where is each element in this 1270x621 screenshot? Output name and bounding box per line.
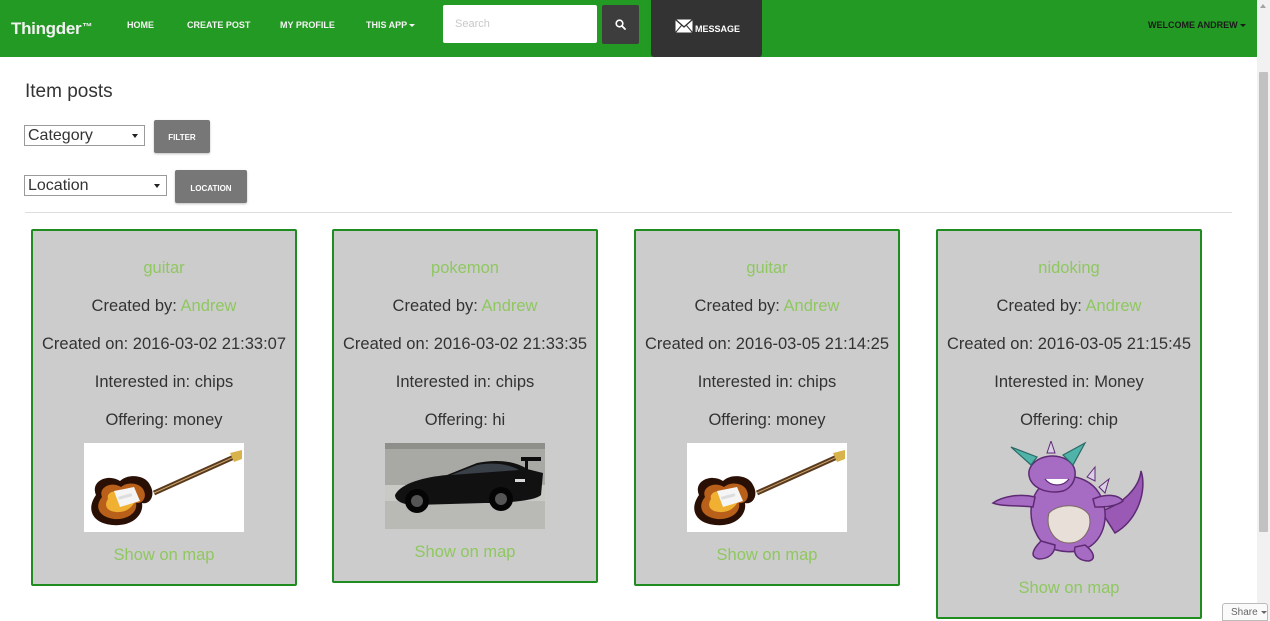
filter-button[interactable]: FILTER: [154, 120, 210, 153]
location-select[interactable]: Location: [24, 175, 167, 196]
envelope-icon: [675, 19, 693, 33]
show-on-map-link[interactable]: Show on map: [33, 546, 295, 565]
search-icon: [615, 19, 626, 30]
search-input[interactable]: [443, 5, 597, 43]
caret-down-icon: [1260, 611, 1267, 614]
post-card: nidoking Created by: Andrew Created on: …: [936, 229, 1202, 619]
select-arrow-icon: [132, 134, 138, 138]
post-title[interactable]: nidoking: [938, 259, 1200, 278]
nav-home[interactable]: HOME: [127, 20, 154, 30]
post-interested-in: Interested in: chips: [697, 373, 837, 391]
caret-down-icon: [409, 24, 416, 27]
nav-this-app-dropdown[interactable]: THIS APP: [366, 20, 416, 30]
select-arrow-icon: [154, 184, 160, 188]
top-navbar: Thingder™ HOME CREATE POST MY PROFILE TH…: [0, 0, 1257, 57]
author-link[interactable]: Andrew: [1086, 297, 1142, 315]
page-scrollbar[interactable]: [1257, 0, 1270, 620]
brand-logo[interactable]: Thingder™: [11, 19, 92, 39]
user-menu-dropdown[interactable]: WELCOME ANDREW: [1148, 20, 1246, 30]
post-offering: Offering: money: [708, 411, 826, 429]
post-created-by: Created by: Andrew: [694, 297, 840, 315]
message-label: MESSAGE: [695, 24, 741, 34]
nav-my-profile[interactable]: MY PROFILE: [280, 20, 335, 30]
category-select[interactable]: Category: [24, 125, 145, 146]
post-created-by: Created by: Andrew: [91, 297, 237, 315]
divider: [25, 212, 1232, 213]
show-on-map-link[interactable]: Show on map: [938, 579, 1200, 598]
scroll-thumb[interactable]: [1259, 72, 1268, 532]
post-card: guitar Created by: Andrew Created on: 20…: [634, 229, 900, 586]
page-title: Item posts: [25, 81, 113, 102]
post-offering: Offering: hi: [424, 411, 506, 429]
author-link[interactable]: Andrew: [784, 297, 840, 315]
post-created-on: Created on: 2016-03-02 21:33:35: [342, 335, 588, 353]
nav-create-post[interactable]: CREATE POST: [187, 20, 250, 30]
author-link[interactable]: Andrew: [181, 297, 237, 315]
message-button[interactable]: MESSAGE: [651, 0, 762, 57]
post-title[interactable]: pokemon: [334, 259, 596, 278]
post-created-on: Created on: 2016-03-02 21:33:07: [41, 335, 287, 353]
post-card: guitar Created by: Andrew Created on: 20…: [31, 229, 297, 586]
post-title[interactable]: guitar: [636, 259, 898, 278]
guitar-photo: [84, 443, 244, 532]
post-created-by: Created by: Andrew: [392, 297, 538, 315]
post-created-by: Created by: Andrew: [996, 297, 1142, 315]
show-on-map-link[interactable]: Show on map: [334, 543, 596, 562]
search-button[interactable]: [602, 5, 639, 44]
show-on-map-link[interactable]: Show on map: [636, 546, 898, 565]
black-car-photo: [385, 443, 545, 529]
post-card: pokemon Created by: Andrew Created on: 2…: [332, 229, 598, 583]
post-interested-in: Interested in: chips: [395, 373, 535, 391]
post-interested-in: Interested in: chips: [94, 373, 234, 391]
caret-down-icon: [1239, 24, 1246, 27]
guitar-photo: [687, 443, 847, 532]
post-title[interactable]: guitar: [33, 259, 295, 278]
post-offering: Offering: money: [105, 411, 223, 429]
post-created-on: Created on: 2016-03-05 21:15:45: [946, 335, 1192, 353]
share-button[interactable]: Share: [1222, 603, 1268, 621]
post-offering: Offering: chip: [1020, 411, 1118, 429]
nidoking-image: [989, 441, 1151, 565]
location-button[interactable]: LOCATION: [175, 170, 247, 203]
scroll-up-icon[interactable]: [1260, 4, 1266, 8]
post-interested-in: Interested in: Money: [994, 373, 1144, 391]
author-link[interactable]: Andrew: [482, 297, 538, 315]
post-created-on: Created on: 2016-03-05 21:14:25: [644, 335, 890, 353]
